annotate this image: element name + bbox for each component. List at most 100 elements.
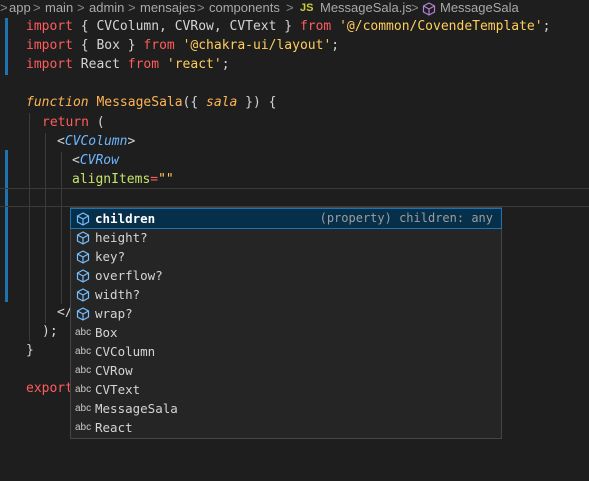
code-line-brace[interactable]: }	[26, 341, 34, 360]
suggest-item[interactable]: abc React	[71, 418, 501, 437]
suggest-item[interactable]: width?	[71, 285, 501, 304]
suggest-item[interactable]: abc Box	[71, 323, 501, 342]
indent-guide	[45, 133, 46, 323]
breadcrumb-item-admin[interactable]: admin	[89, 0, 124, 15]
chevron-right-icon: >	[33, 0, 41, 15]
token-keyword: from	[299, 19, 332, 34]
code-line-3[interactable]: import React from 'react';	[26, 55, 230, 74]
code-line-5[interactable]: function MessageSala({ sala }) {	[26, 93, 276, 112]
token-string: '@/common/CovendeTemplate'	[339, 19, 543, 34]
token-punct: <	[72, 153, 80, 168]
suggest-item[interactable]: abc MessageSala	[71, 399, 501, 418]
token-keyword: import	[26, 19, 73, 34]
token-punct: <	[57, 134, 65, 149]
breadcrumb-item-app[interactable]: app	[9, 0, 31, 15]
suggest-item[interactable]: wrap?	[71, 304, 501, 323]
token-punct: }	[26, 343, 34, 358]
breadcrumb: > app > main > admin > mensajes > compon…	[0, 0, 589, 16]
token-text: { CVColumn, CVRow, CVText }	[72, 19, 300, 34]
token-keyword: from	[127, 57, 160, 72]
token-text: { Box }	[72, 38, 144, 53]
token-attribute: alignItems	[72, 172, 151, 187]
suggest-item[interactable]: children (property) children: any	[70, 208, 502, 229]
text-word-icon: abc	[75, 327, 92, 338]
chevron-right-icon: >	[197, 0, 205, 15]
token-keyword: export	[26, 381, 73, 396]
text-word-icon: abc	[75, 346, 92, 357]
chevron-right-icon: >	[411, 0, 419, 15]
property-icon	[76, 269, 90, 283]
suggest-item[interactable]: key?	[71, 247, 501, 266]
current-line-highlight	[0, 188, 589, 207]
breadcrumb-item-mensajes[interactable]: mensajes	[140, 0, 196, 15]
text-word-icon: abc	[75, 365, 92, 376]
property-icon	[76, 231, 90, 245]
suggest-item-label: CVRow	[95, 363, 133, 378]
suggest-item[interactable]: height?	[71, 228, 501, 247]
js-file-icon: JS	[300, 2, 314, 14]
suggest-item[interactable]: abc CVColumn	[71, 342, 501, 361]
suggest-item-label: CVColumn	[95, 344, 156, 359]
suggest-item[interactable]: abc CVRow	[71, 361, 501, 380]
indent-guide	[61, 152, 62, 304]
chevron-right-icon: >	[0, 0, 8, 15]
breadcrumb-item-symbol[interactable]: MessageSala	[440, 0, 519, 15]
breadcrumb-item-components[interactable]: components	[209, 0, 280, 15]
token-text: }) {	[237, 95, 277, 110]
code-line-export[interactable]: export	[26, 379, 73, 398]
token-text: ;	[542, 19, 551, 34]
text-word-icon: abc	[75, 384, 92, 395]
breadcrumb-item-file[interactable]: MessageSala.js	[320, 0, 412, 15]
property-icon	[76, 288, 90, 302]
token-text: ({	[182, 95, 207, 110]
code-line-2[interactable]: import { Box } from '@chakra-ui/layout';	[26, 36, 339, 55]
token-string: ""	[158, 172, 174, 187]
chevron-right-icon: >	[286, 0, 294, 15]
symbol-cube-icon	[422, 2, 436, 16]
indent-guide	[29, 113, 30, 341]
code-line-8[interactable]: <CVRow	[72, 151, 119, 170]
token-operator: =	[150, 172, 159, 187]
token-keyword: return	[42, 115, 89, 130]
token-text: ;	[331, 38, 340, 53]
token-function-name: MessageSala	[96, 95, 183, 110]
token-text: React	[72, 57, 128, 72]
suggest-item-label: Box	[95, 325, 118, 340]
token-keyword: import	[26, 57, 73, 72]
token-text: ;	[221, 57, 230, 72]
suggest-item-label: width?	[95, 287, 141, 302]
code-line-6[interactable]: return (	[42, 113, 105, 132]
token-tag: CVRow	[79, 153, 119, 168]
code-line-paren[interactable]: );	[42, 322, 58, 341]
gutter-change-bar	[5, 18, 8, 75]
suggest-item-label: key?	[95, 249, 126, 264]
suggest-item-label: overflow?	[95, 268, 163, 283]
code-line-9[interactable]: alignItems=""	[72, 170, 174, 189]
token-punct: >	[127, 134, 136, 149]
token-string: '@chakra-ui/layout'	[182, 38, 332, 53]
token-keyword: function	[26, 95, 89, 110]
token-keyword: import	[26, 38, 73, 53]
suggest-item-label: React	[95, 420, 133, 435]
suggest-item[interactable]: overflow?	[71, 266, 501, 285]
gutter-change-bar	[5, 150, 8, 302]
suggest-widget[interactable]: children (property) children: any height…	[70, 207, 502, 439]
text-word-icon: abc	[75, 403, 92, 414]
token-text: (	[88, 115, 105, 130]
code-line-7[interactable]: <CVColumn>	[57, 132, 135, 151]
property-icon	[76, 307, 90, 321]
token-parameter: sala	[206, 95, 238, 110]
token-string: 'react'	[166, 57, 222, 72]
suggest-item-label: MessageSala	[95, 401, 178, 416]
suggest-item-label: height?	[95, 230, 148, 245]
breadcrumb-item-main[interactable]: main	[45, 0, 73, 15]
text-word-icon: abc	[75, 422, 92, 433]
suggest-item-label: children	[95, 211, 156, 226]
code-line-1[interactable]: import { CVColumn, CVRow, CVText } from …	[26, 17, 550, 36]
suggest-item[interactable]: abc CVText	[71, 380, 501, 399]
property-icon	[76, 250, 90, 264]
suggest-item-label: wrap?	[95, 306, 133, 321]
chevron-right-icon: >	[77, 0, 85, 15]
